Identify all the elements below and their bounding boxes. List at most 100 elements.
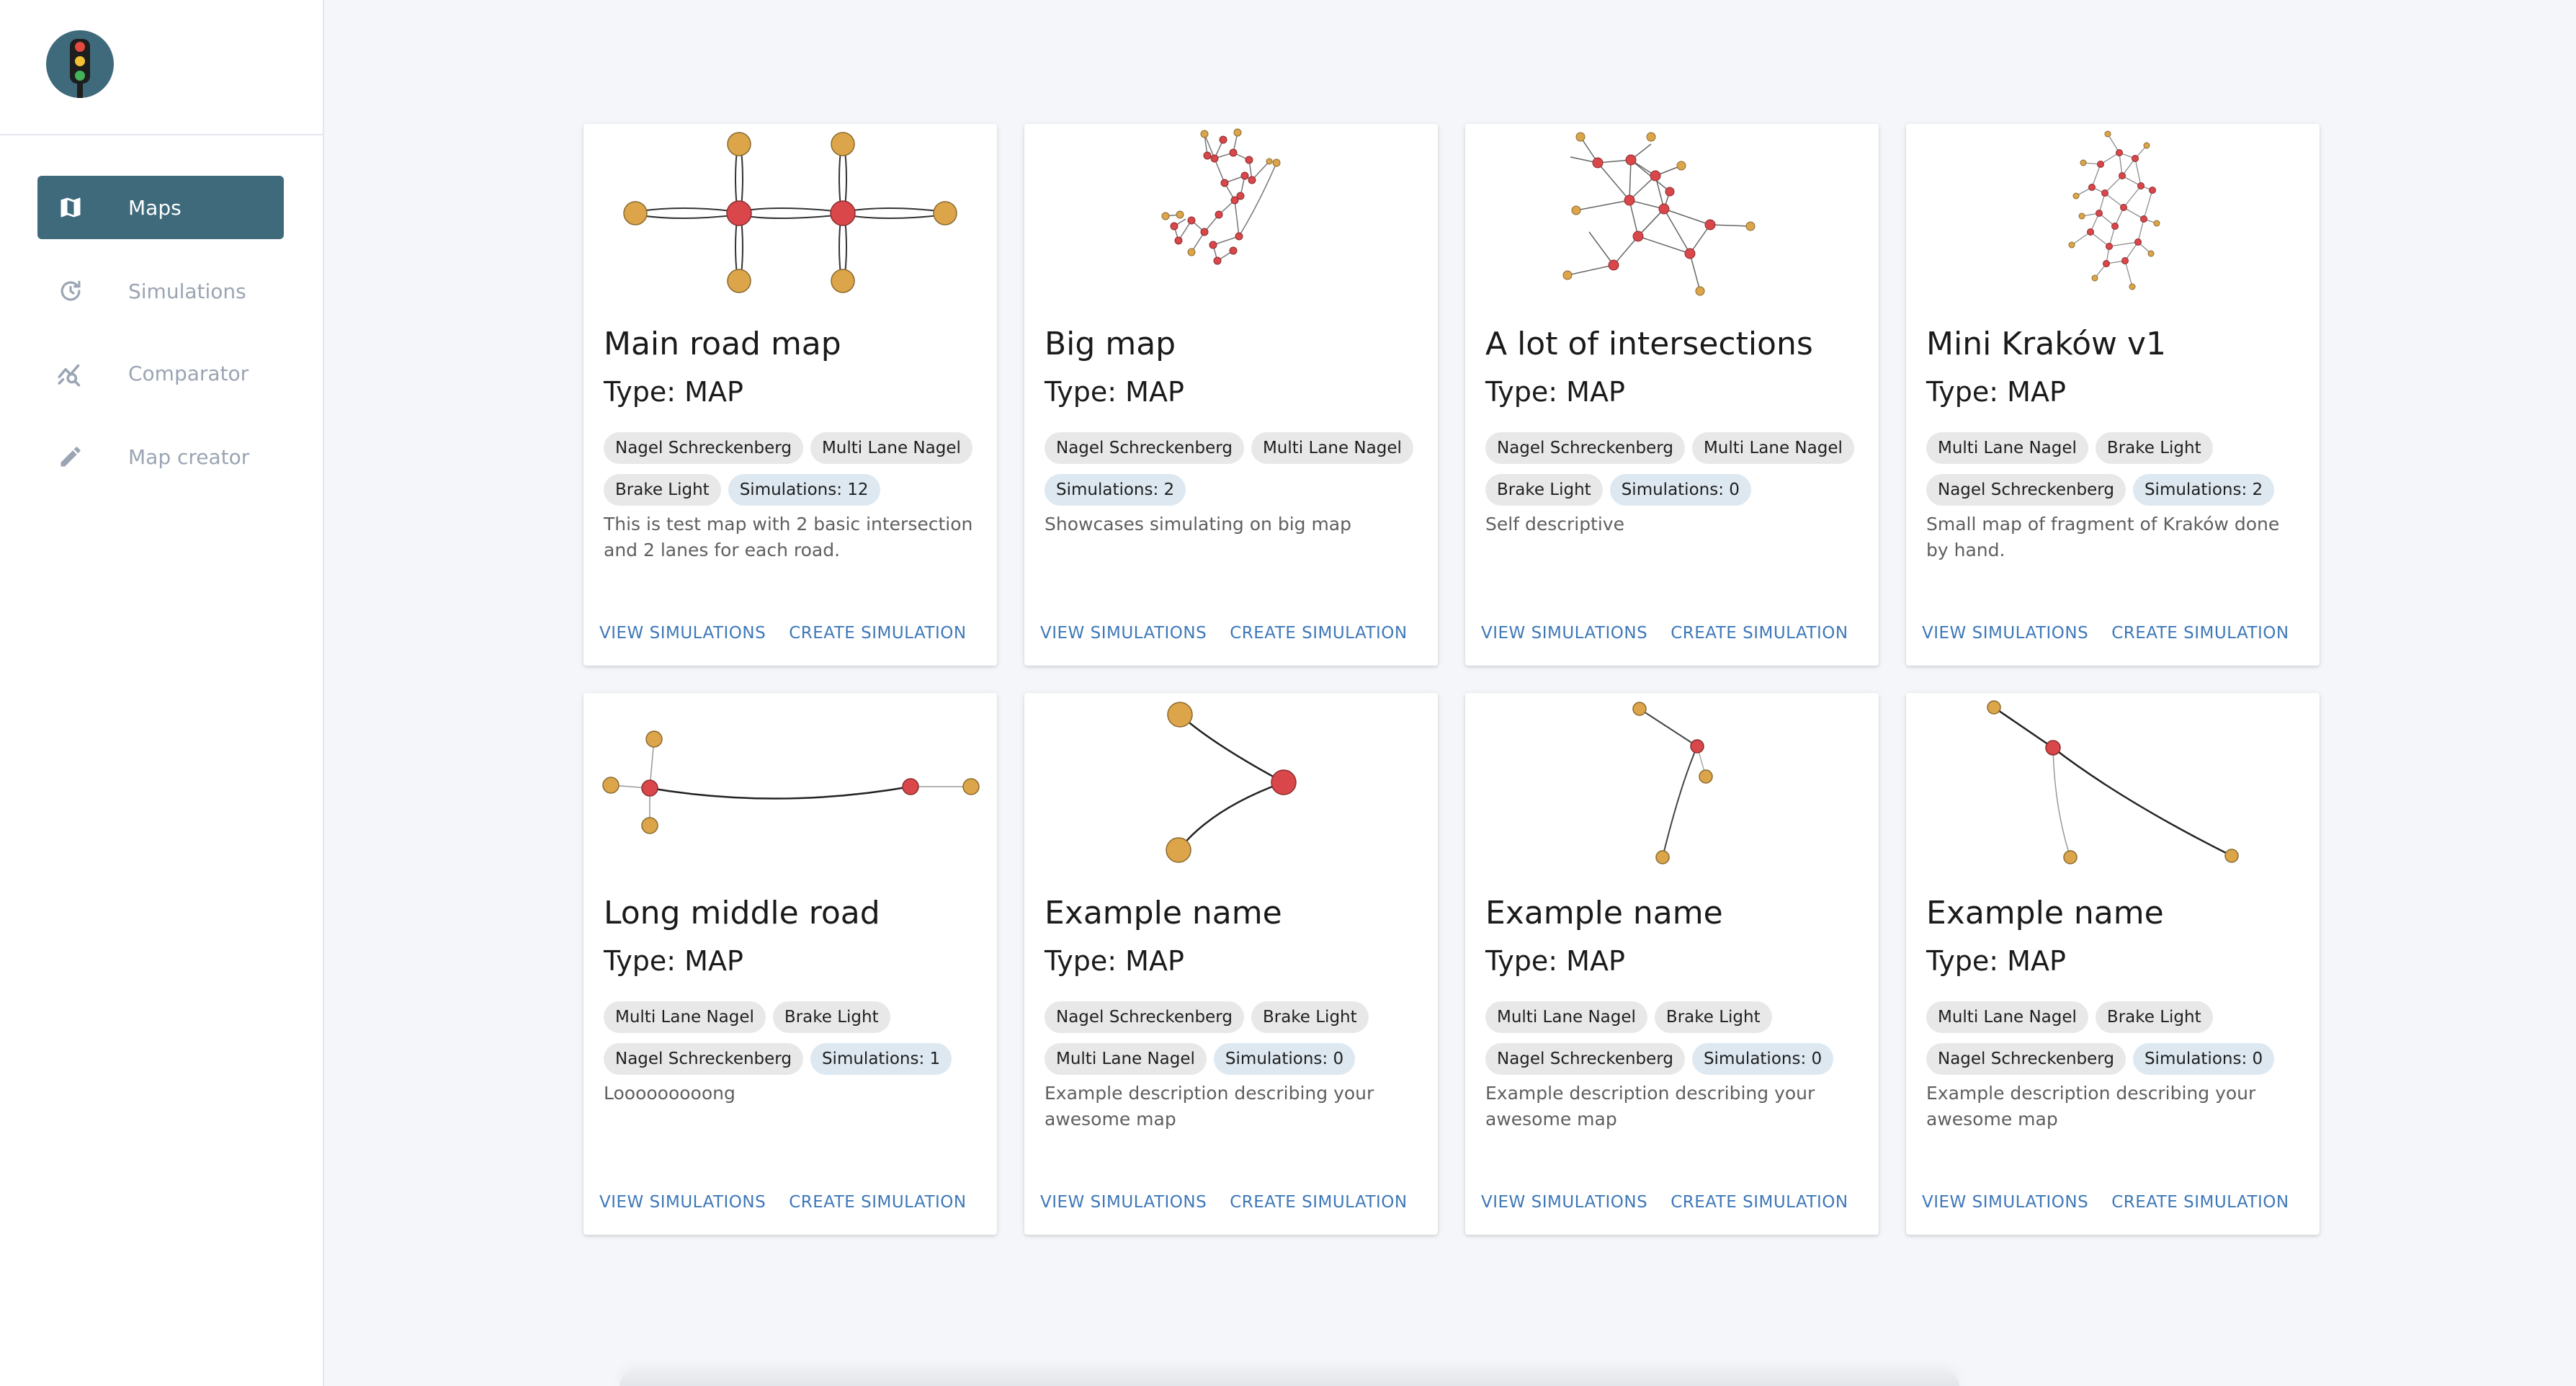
- map-thumbnail: [1166, 702, 1297, 863]
- map-card: Example name Type: MAP Multi Lane Nagel …: [1906, 693, 2320, 1235]
- simulations-count-chip: Simulations: 2: [1045, 474, 1186, 506]
- model-chip: Nagel Schreckenberg: [604, 432, 803, 464]
- map-thumbnail: [602, 730, 980, 834]
- card-description: Small map of fragment of Kraków done by …: [1926, 514, 2280, 560]
- view-simulations-button[interactable]: VIEW SIMULATIONS: [1040, 624, 1207, 643]
- simulations-count-chip: Simulations: 0: [1691, 1043, 1834, 1075]
- model-chip: Multi Lane Nagel: [604, 1001, 766, 1033]
- card-description: Showcases simulating on big map: [1045, 514, 1352, 535]
- create-simulation-button[interactable]: CREATE SIMULATION: [1230, 1193, 1407, 1212]
- card-title: Example name: [1045, 895, 1282, 931]
- chip-list: Nagel Schreckenberg Brake Light Multi La…: [1045, 1001, 1419, 1085]
- create-simulation-button[interactable]: CREATE SIMULATION: [2111, 624, 2289, 643]
- card-title: Example name: [1485, 895, 1723, 931]
- sidebar: Maps Simulations Comparator Map creator: [0, 0, 324, 1386]
- view-simulations-button[interactable]: VIEW SIMULATIONS: [1040, 1193, 1207, 1212]
- simulations-count-chip: Simulations: 0: [1609, 474, 1751, 506]
- view-simulations-button[interactable]: VIEW SIMULATIONS: [1922, 1193, 2088, 1212]
- model-chip: Brake Light: [1485, 474, 1603, 506]
- simulations-count-chip: Simulations: 1: [810, 1043, 952, 1075]
- sidebar-divider: [0, 134, 323, 135]
- create-simulation-button[interactable]: CREATE SIMULATION: [1671, 624, 1848, 643]
- chip-list: Multi Lane Nagel Brake Light Nagel Schre…: [1485, 1001, 1860, 1085]
- chip-list: Multi Lane Nagel Brake Light Nagel Schre…: [1926, 432, 2301, 516]
- create-simulation-button[interactable]: CREATE SIMULATION: [789, 624, 966, 643]
- card-description: Looooooooong: [604, 1083, 735, 1104]
- map-thumbnail: [623, 132, 957, 293]
- map-thumbnail: [1562, 132, 1756, 296]
- map-card: Main road map Type: MAP Nagel Schreckenb…: [583, 124, 997, 666]
- view-simulations-button[interactable]: VIEW SIMULATIONS: [599, 1193, 766, 1212]
- model-chip: Brake Light: [1251, 1001, 1369, 1033]
- pencil-icon: [53, 439, 88, 474]
- sidebar-item-label: Map creator: [128, 444, 250, 469]
- map-card: Big map Type: MAP Nagel Schreckenberg Mu…: [1024, 124, 1438, 666]
- card-type: Type: MAP: [604, 376, 743, 408]
- chip-list: Nagel Schreckenberg Multi Lane Nagel Bra…: [1485, 432, 1860, 516]
- simulations-count-chip: Simulations: 0: [2132, 1043, 2275, 1075]
- map-card: Mini Kraków v1 Type: MAP Multi Lane Nage…: [1906, 124, 2320, 666]
- history-icon: [53, 274, 88, 308]
- map-thumbnail: [1161, 128, 1281, 265]
- model-chip: Brake Light: [2095, 432, 2213, 464]
- model-chip: Brake Light: [2095, 1001, 2213, 1033]
- view-simulations-button[interactable]: VIEW SIMULATIONS: [1481, 1193, 1647, 1212]
- model-chip: Nagel Schreckenberg: [1045, 432, 1244, 464]
- sidebar-item-simulations[interactable]: Simulations: [37, 259, 284, 323]
- chip-list: Multi Lane Nagel Brake Light Nagel Schre…: [1926, 1001, 2301, 1085]
- chip-list: Nagel Schreckenberg Multi Lane Nagel Sim…: [1045, 432, 1419, 516]
- card-title: Example name: [1926, 895, 2164, 931]
- chip-list: Nagel Schreckenberg Multi Lane Nagel Bra…: [604, 432, 978, 516]
- card-title: A lot of intersections: [1485, 326, 1813, 362]
- model-chip: Brake Light: [1654, 1001, 1772, 1033]
- card-description: Example description describing your awes…: [1926, 1083, 2256, 1130]
- map-thumbnail: [1987, 700, 2239, 864]
- card-description: Self descriptive: [1485, 514, 1624, 535]
- create-simulation-button[interactable]: CREATE SIMULATION: [1671, 1193, 1848, 1212]
- card-type: Type: MAP: [1485, 376, 1625, 408]
- card-description: Example description describing your awes…: [1045, 1083, 1374, 1130]
- map-thumbnail: [2068, 130, 2160, 290]
- create-simulation-button[interactable]: CREATE SIMULATION: [2111, 1193, 2289, 1212]
- model-chip: Multi Lane Nagel: [1251, 432, 1413, 464]
- model-chip: Multi Lane Nagel: [1926, 1001, 2088, 1033]
- card-description: Example description describing your awes…: [1485, 1083, 1815, 1130]
- model-chip: Nagel Schreckenberg: [1485, 1043, 1685, 1075]
- card-title: Big map: [1045, 326, 1176, 362]
- model-chip: Multi Lane Nagel: [810, 432, 972, 464]
- map-card: Example name Type: MAP Multi Lane Nagel …: [1465, 693, 1879, 1235]
- simulations-count-chip: Simulations: 2: [2132, 474, 2275, 506]
- model-chip: Brake Light: [604, 474, 721, 506]
- bottom-panel-edge: [620, 1372, 1959, 1386]
- create-simulation-button[interactable]: CREATE SIMULATION: [789, 1193, 966, 1212]
- model-chip: Nagel Schreckenberg: [1926, 474, 2126, 506]
- sidebar-item-label: Maps: [128, 195, 182, 220]
- card-title: Long middle road: [604, 895, 880, 931]
- create-simulation-button[interactable]: CREATE SIMULATION: [1230, 624, 1407, 643]
- model-chip: Brake Light: [772, 1001, 890, 1033]
- model-chip: Nagel Schreckenberg: [1045, 1001, 1244, 1033]
- card-type: Type: MAP: [1045, 945, 1184, 977]
- sidebar-item-maps[interactable]: Maps: [37, 176, 284, 239]
- model-chip: Multi Lane Nagel: [1691, 432, 1854, 464]
- view-simulations-button[interactable]: VIEW SIMULATIONS: [1922, 624, 2088, 643]
- view-simulations-button[interactable]: VIEW SIMULATIONS: [1481, 624, 1647, 643]
- sidebar-item-map-creator[interactable]: Map creator: [37, 425, 284, 488]
- chip-list: Multi Lane Nagel Brake Light Nagel Schre…: [604, 1001, 978, 1085]
- sidebar-item-label: Comparator: [128, 361, 249, 385]
- card-title: Mini Kraków v1: [1926, 326, 2167, 362]
- map-card: Example name Type: MAP Nagel Schreckenbe…: [1024, 693, 1438, 1235]
- map-card: A lot of intersections Type: MAP Nagel S…: [1465, 124, 1879, 666]
- card-description: This is test map with 2 basic intersecti…: [604, 514, 973, 560]
- view-simulations-button[interactable]: VIEW SIMULATIONS: [599, 624, 766, 643]
- model-chip: Multi Lane Nagel: [1045, 1043, 1207, 1075]
- simulations-count-chip: Simulations: 0: [1213, 1043, 1356, 1075]
- card-type: Type: MAP: [1485, 945, 1625, 977]
- model-chip: Nagel Schreckenberg: [604, 1043, 803, 1075]
- model-chip: Nagel Schreckenberg: [1926, 1043, 2126, 1075]
- card-type: Type: MAP: [1926, 945, 2066, 977]
- card-type: Type: MAP: [1045, 376, 1184, 408]
- sidebar-item-comparator[interactable]: Comparator: [37, 341, 284, 405]
- card-title: Main road map: [604, 326, 841, 362]
- traffic-light-logo-icon[interactable]: [46, 30, 114, 98]
